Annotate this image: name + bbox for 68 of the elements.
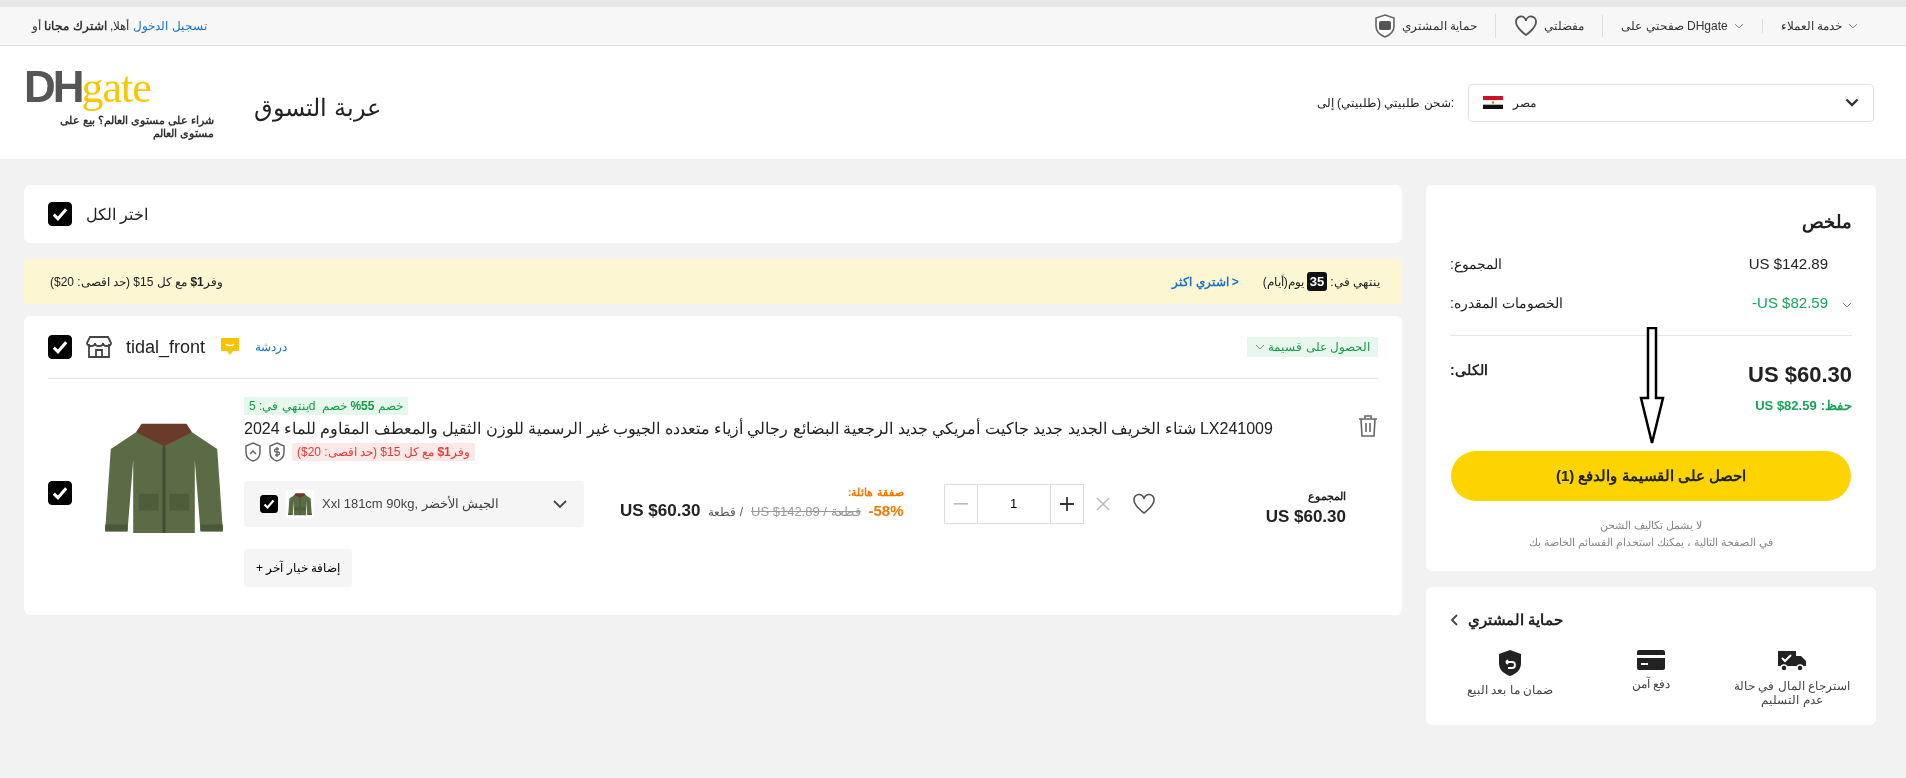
caret-icon	[1848, 23, 1858, 29]
top-link[interactable]: خدمة العملاء	[1780, 19, 1842, 33]
quantity-field[interactable]: 1	[977, 483, 1050, 524]
product-title[interactable]: LX241009 شتاء الخريف الجديد جديد جاكيت أمريكي جديد الرجعية البضائع رجالي أزياء متعدده الجيوب غير الرسمية للوزن الثقيل والمعطف المقاوم للماء 2024	[244, 419, 1273, 438]
ends-label: ينتهي في:	[1330, 274, 1380, 289]
store-name[interactable]: tidal_front	[126, 336, 206, 358]
caret-icon	[1733, 23, 1744, 29]
ship-to-label: :شحن طلبيتي (طلبيتي) إلى	[1316, 95, 1454, 110]
summary-label: الخصومات المقدره:	[1450, 294, 1563, 311]
shield-icon	[1373, 14, 1396, 38]
summary-title: ملخص	[1801, 211, 1852, 233]
top-link[interactable]: DHgate صفحتي على	[1621, 19, 1728, 33]
discount-percent: -58%	[868, 502, 904, 519]
heart-icon	[1514, 15, 1539, 37]
checkbox[interactable]	[260, 494, 278, 513]
unit-price: US $60.30	[620, 501, 701, 521]
summary-note: لا يشمل تكاليف الشحن	[1599, 519, 1703, 532]
plus-icon	[1059, 496, 1074, 511]
chevron-left-icon[interactable]	[1450, 614, 1458, 626]
subtotal-value: US $60.30	[1265, 507, 1346, 527]
protection-label: دفع آمن	[1631, 677, 1671, 691]
flag-icon	[1483, 96, 1503, 109]
greeting-text: أهلا, اشترك مجانا أو	[32, 19, 130, 33]
minus-icon	[953, 502, 968, 505]
days-count: 35	[1306, 272, 1328, 291]
summary-note: في الصفحة التالية ، يمكنك استخدام القسائم الخاصة بك	[1528, 536, 1774, 549]
total-label: الكلى:	[1450, 362, 1488, 378]
summary-value: -US $82.59	[1752, 294, 1828, 311]
select-all-label[interactable]: اختر الكل	[86, 204, 149, 224]
protection-title[interactable]: حماية المشتري	[1468, 611, 1564, 629]
deal-label: صفقة هائلة:	[846, 486, 904, 499]
logo-tagline: شراء على مستوى العالم؟ بيع على مستوى العالم	[58, 114, 214, 140]
checkbox[interactable]	[48, 481, 72, 505]
card-icon	[1636, 649, 1666, 671]
unit-label: / قطعة	[708, 505, 743, 519]
shield-icon	[1497, 649, 1523, 677]
store-icon[interactable]	[86, 335, 112, 359]
top-link[interactable]: مفضلتي	[1544, 19, 1585, 33]
checkbox[interactable]	[48, 202, 72, 226]
shield-icon	[244, 442, 262, 462]
variant-select[interactable]: Xxl 181cm 90kg, الجيش الأخضر	[244, 480, 584, 527]
logo[interactable]: DHgate	[24, 65, 224, 110]
trash-icon[interactable]	[1358, 415, 1378, 437]
dollar-shield-icon	[268, 442, 286, 462]
page-title: عربة التسوق	[254, 93, 381, 122]
caret-icon	[1255, 344, 1266, 350]
subtotal-label: المجموع	[1308, 490, 1346, 503]
original-price: US $142.89 / قطعة	[751, 504, 861, 519]
checkbox[interactable]	[48, 335, 72, 359]
country-select[interactable]: مصر	[1468, 83, 1874, 122]
buy-more-link[interactable]: < اشتري اكثر	[1172, 274, 1239, 289]
chevron-icon	[1845, 98, 1859, 107]
chevron-icon	[552, 498, 568, 509]
caret-icon	[1842, 301, 1852, 308]
protection-label: ضمان ما بعد البيع	[1467, 683, 1553, 697]
summary-value: US $142.89	[1748, 255, 1828, 272]
login-link[interactable]: تسجيل الدخول	[133, 19, 207, 33]
total-value: US $60.30	[1748, 362, 1852, 388]
protection-label: استرجاع المال في حالة عدم التسليم	[1733, 679, 1851, 707]
top-link[interactable]: حماية المشتري	[1401, 19, 1478, 33]
add-option-button[interactable]: إضافة خيار آخر +	[244, 549, 352, 587]
plus-button[interactable]	[1049, 483, 1084, 524]
summary-label: المجموع:	[1450, 255, 1502, 272]
truck-icon	[1777, 649, 1807, 673]
checkout-button[interactable]: احصل على القسيمة والدفع (1)	[1451, 451, 1851, 501]
days-unit: يوم(أيام)	[1262, 274, 1304, 289]
chat-link[interactable]: دردشة	[255, 340, 288, 354]
heart-icon[interactable]	[1131, 492, 1156, 515]
